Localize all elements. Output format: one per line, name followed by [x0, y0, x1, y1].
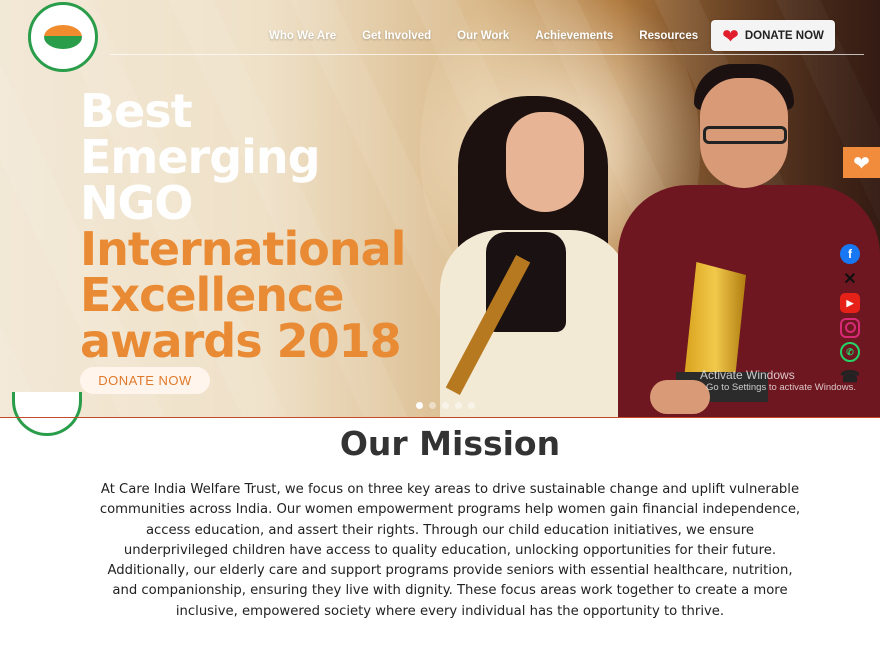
header-divider [110, 54, 864, 55]
slider-dot[interactable] [442, 402, 449, 409]
hero-donate-button[interactable]: DONATE NOW [80, 367, 210, 394]
slider-dot[interactable] [468, 402, 475, 409]
hero-line-1: Best [80, 84, 193, 138]
x-icon[interactable]: ✕ [840, 269, 860, 289]
hero-headline: Best Emerging NGO International Excellen… [80, 84, 406, 368]
hero-photo-woman-face [506, 112, 584, 212]
hero-line-2: Emerging [80, 130, 321, 184]
youtube-icon[interactable]: ▶ [840, 293, 860, 313]
nav-item-achievements[interactable]: Achievements [535, 30, 613, 42]
hero-line-5: Excellence [80, 268, 345, 322]
slider-dots [416, 402, 481, 409]
logo-emblem-icon [44, 25, 82, 49]
header-donate-button[interactable]: ❤ DONATE NOW [711, 20, 835, 51]
side-donate-button[interactable]: ❤ [843, 147, 880, 178]
instagram-icon[interactable] [840, 317, 860, 338]
nav-item-who-we-are[interactable]: Who We Are [269, 30, 336, 42]
activate-windows-watermark: Activate Windows Go to Settings to activ… [700, 368, 856, 393]
hero-donate-label: DONATE NOW [98, 373, 192, 388]
slider-dot[interactable] [416, 402, 423, 409]
nav-item-our-work[interactable]: Our Work [457, 30, 509, 42]
mission-text: At Care India Welfare Trust, we focus on… [99, 482, 801, 619]
mission-title: Our Mission [339, 424, 561, 463]
hero-photo-glasses [703, 126, 787, 144]
nav-item-get-involved[interactable]: Get Involved [362, 30, 431, 42]
hero-line-6: awards 2018 [80, 314, 402, 368]
nav-item-resources[interactable]: Resources [639, 30, 698, 42]
watermark-subtitle: Go to Settings to activate Windows. [706, 382, 856, 393]
header-donate-label: DONATE NOW [744, 29, 824, 42]
watermark-title: Activate Windows [700, 368, 795, 382]
social-bar: f ✕ ▶ ✆ ☎ [840, 244, 862, 391]
heart-icon: ❤ [722, 23, 739, 48]
slider-dot[interactable] [455, 402, 462, 409]
hero-bottom-border [0, 417, 880, 418]
slider-dot[interactable] [429, 402, 436, 409]
phone-icon[interactable]: ☎ [840, 367, 860, 387]
facebook-icon[interactable]: f [840, 244, 860, 264]
hero-line-4: International [80, 222, 406, 276]
heart-icon: ❤ [853, 150, 870, 175]
whatsapp-icon[interactable]: ✆ [840, 342, 860, 362]
hero-line-3: NGO [80, 176, 193, 230]
main-nav: Who We Are Get Involved Our Work Achieve… [256, 20, 711, 52]
site-logo[interactable] [28, 2, 98, 72]
